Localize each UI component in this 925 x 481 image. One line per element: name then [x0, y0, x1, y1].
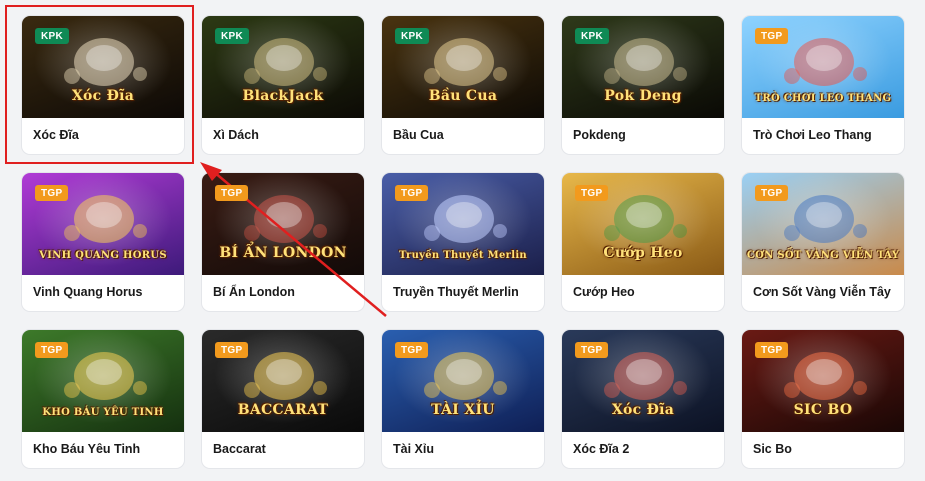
provider-badge: TGP [395, 342, 429, 358]
game-thumbnail: CƠN SỐT VÀNG VIỄN TÂY TGP [742, 173, 904, 275]
game-thumbnail: Pok Deng KPK [562, 16, 724, 118]
game-thumbnail: BlackJack KPK [202, 16, 364, 118]
game-card[interactable]: Pok Deng KPK Pokdeng [561, 15, 725, 155]
game-thumbnail: Xóc Đĩa KPK [22, 16, 184, 118]
game-card[interactable]: BÍ ẨN LONDON TGP Bí Ẩn London [201, 172, 365, 312]
game-thumbnail: BÍ ẨN LONDON TGP [202, 173, 364, 275]
game-card[interactable]: Xóc Đĩa KPK Xóc Đĩa [21, 15, 185, 155]
game-logo-text: KHO BÁU YÊU TINH [42, 407, 164, 418]
game-title: Tài Xỉu [393, 442, 434, 456]
game-title: Xóc Đĩa [33, 128, 79, 142]
game-thumbnail: SIC BO TGP [742, 330, 904, 432]
game-card[interactable]: CƠN SỐT VÀNG VIỄN TÂY TGP Cơn Sốt Vàng Viễ… [741, 172, 905, 312]
provider-badge: TGP [35, 185, 69, 201]
game-logo-text: Bầu Cua [428, 88, 498, 104]
game-title: Cơn Sốt Vàng Viễn Tây [753, 285, 891, 299]
game-logo-text: TRÒ CHƠI LEO THANG [754, 93, 892, 104]
provider-badge: TGP [755, 185, 789, 201]
provider-badge: TGP [755, 28, 789, 44]
game-title: Xóc Đĩa 2 [573, 442, 630, 456]
game-thumbnail: VINH QUANG HORUS TGP [22, 173, 184, 275]
game-logo-text: CƠN SỐT VÀNG VIỄN TÂY [746, 250, 900, 261]
game-logo-text: VINH QUANG HORUS [39, 250, 167, 261]
game-title: Sic Bo [753, 442, 792, 456]
provider-badge: TGP [395, 185, 429, 201]
game-title: Baccarat [213, 442, 266, 456]
game-logo-text: Xóc Đĩa [71, 88, 135, 104]
game-title: Cướp Heo [573, 285, 635, 299]
game-title: Vinh Quang Horus [33, 285, 143, 299]
game-thumbnail: Bầu Cua KPK [382, 16, 544, 118]
provider-badge: TGP [755, 342, 789, 358]
game-card[interactable]: Truyền Thuyết Merlin TGP Truyền Thuyết Mer… [381, 172, 545, 312]
provider-badge: TGP [575, 185, 609, 201]
game-logo-text: BACCARAT [237, 402, 329, 418]
game-card[interactable]: Cướp Heo TGP Cướp Heo [561, 172, 725, 312]
game-thumbnail: BACCARAT TGP [202, 330, 364, 432]
game-logo-text: Pok Deng [604, 88, 682, 104]
game-thumbnail: Truyền Thuyết Merlin TGP [382, 173, 544, 275]
game-title: Trò Chơi Leo Thang [753, 128, 872, 142]
game-card[interactable]: SIC BO TGP Sic Bo [741, 329, 905, 469]
game-title: Pokdeng [573, 128, 626, 142]
game-title: Bầu Cua [393, 128, 444, 142]
provider-badge: TGP [215, 185, 249, 201]
game-logo-text: Truyền Thuyết Merlin [398, 250, 527, 261]
game-logo-text: TÀI XỈU [431, 402, 495, 418]
game-card[interactable]: BACCARAT TGP Baccarat [201, 329, 365, 469]
provider-badge: KPK [215, 28, 250, 44]
provider-badge: KPK [575, 28, 610, 44]
provider-badge: KPK [35, 28, 70, 44]
game-card[interactable]: VINH QUANG HORUS TGP Vinh Quang Horus [21, 172, 185, 312]
game-thumbnail: KHO BÁU YÊU TINH TGP [22, 330, 184, 432]
game-card[interactable]: TÀI XỈU TGP Tài Xỉu [381, 329, 545, 469]
game-thumbnail: Cướp Heo TGP [562, 173, 724, 275]
game-logo-text: SIC BO [793, 402, 853, 418]
game-logo-text: BlackJack [242, 88, 324, 104]
game-logo-text: BÍ ẨN LONDON [219, 245, 347, 261]
game-title: Kho Báu Yêu Tinh [33, 442, 141, 456]
game-title: Bí Ẩn London [213, 285, 295, 299]
game-thumbnail: Xóc Đĩa TGP [562, 330, 724, 432]
provider-badge: TGP [215, 342, 249, 358]
game-title: Xì Dách [213, 128, 259, 142]
game-logo-text: Xóc Đĩa [611, 402, 675, 418]
game-thumbnail: TRÒ CHƠI LEO THANG TGP [742, 16, 904, 118]
game-card[interactable]: BlackJack KPK Xì Dách [201, 15, 365, 155]
provider-badge: TGP [575, 342, 609, 358]
game-card[interactable]: TRÒ CHƠI LEO THANG TGP Trò Chơi Leo Thang [741, 15, 905, 155]
provider-badge: TGP [35, 342, 69, 358]
game-title: Truyền Thuyết Merlin [393, 285, 519, 299]
game-card[interactable]: Bầu Cua KPK Bầu Cua [381, 15, 545, 155]
game-thumbnail: TÀI XỈU TGP [382, 330, 544, 432]
game-logo-text: Cướp Heo [603, 245, 683, 261]
provider-badge: KPK [395, 28, 430, 44]
game-card[interactable]: Xóc Đĩa TGP Xóc Đĩa 2 [561, 329, 725, 469]
game-card[interactable]: KHO BÁU YÊU TINH TGP Kho Báu Yêu Tinh [21, 329, 185, 469]
game-grid: Xóc Đĩa KPK Xóc Đĩa BlackJack KPK Xì Dách Bầu … [21, 15, 905, 469]
